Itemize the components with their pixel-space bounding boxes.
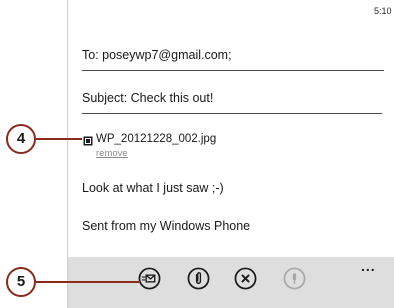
send-button[interactable] bbox=[138, 267, 161, 290]
attach-button[interactable] bbox=[187, 267, 210, 290]
to-field-underline bbox=[82, 70, 384, 71]
callout-5-leader bbox=[36, 281, 140, 283]
send-icon bbox=[138, 267, 161, 290]
callout-4-leader bbox=[36, 138, 82, 140]
screenshot-stage: 5:10 To: poseywp7@gmail.com; Subject: Ch… bbox=[0, 0, 394, 308]
remove-attachment-link[interactable]: remove bbox=[96, 148, 128, 159]
delete-button[interactable] bbox=[234, 267, 257, 290]
attach-icon bbox=[187, 267, 210, 290]
microphone-icon bbox=[283, 267, 306, 290]
attachment-file-name[interactable]: WP_20121228_002.jpg bbox=[96, 133, 216, 145]
callout-marker-5: 5 bbox=[6, 267, 36, 297]
phone-screen: 5:10 To: poseywp7@gmail.com; Subject: Ch… bbox=[67, 0, 394, 308]
message-body-line[interactable]: Look at what I just saw ;-) bbox=[82, 181, 224, 195]
more-options-button[interactable]: ... bbox=[361, 258, 376, 274]
status-time: 5:10 bbox=[374, 6, 392, 16]
image-attachment-icon bbox=[83, 136, 93, 146]
subject-field[interactable]: Subject: Check this out! bbox=[82, 91, 382, 105]
callout-marker-4: 4 bbox=[6, 124, 36, 154]
dictation-button[interactable] bbox=[283, 267, 306, 290]
subject-field-underline bbox=[82, 113, 382, 114]
delete-icon bbox=[234, 267, 257, 290]
message-signature-line[interactable]: Sent from my Windows Phone bbox=[82, 219, 250, 233]
to-field[interactable]: To: poseywp7@gmail.com; bbox=[82, 48, 382, 62]
